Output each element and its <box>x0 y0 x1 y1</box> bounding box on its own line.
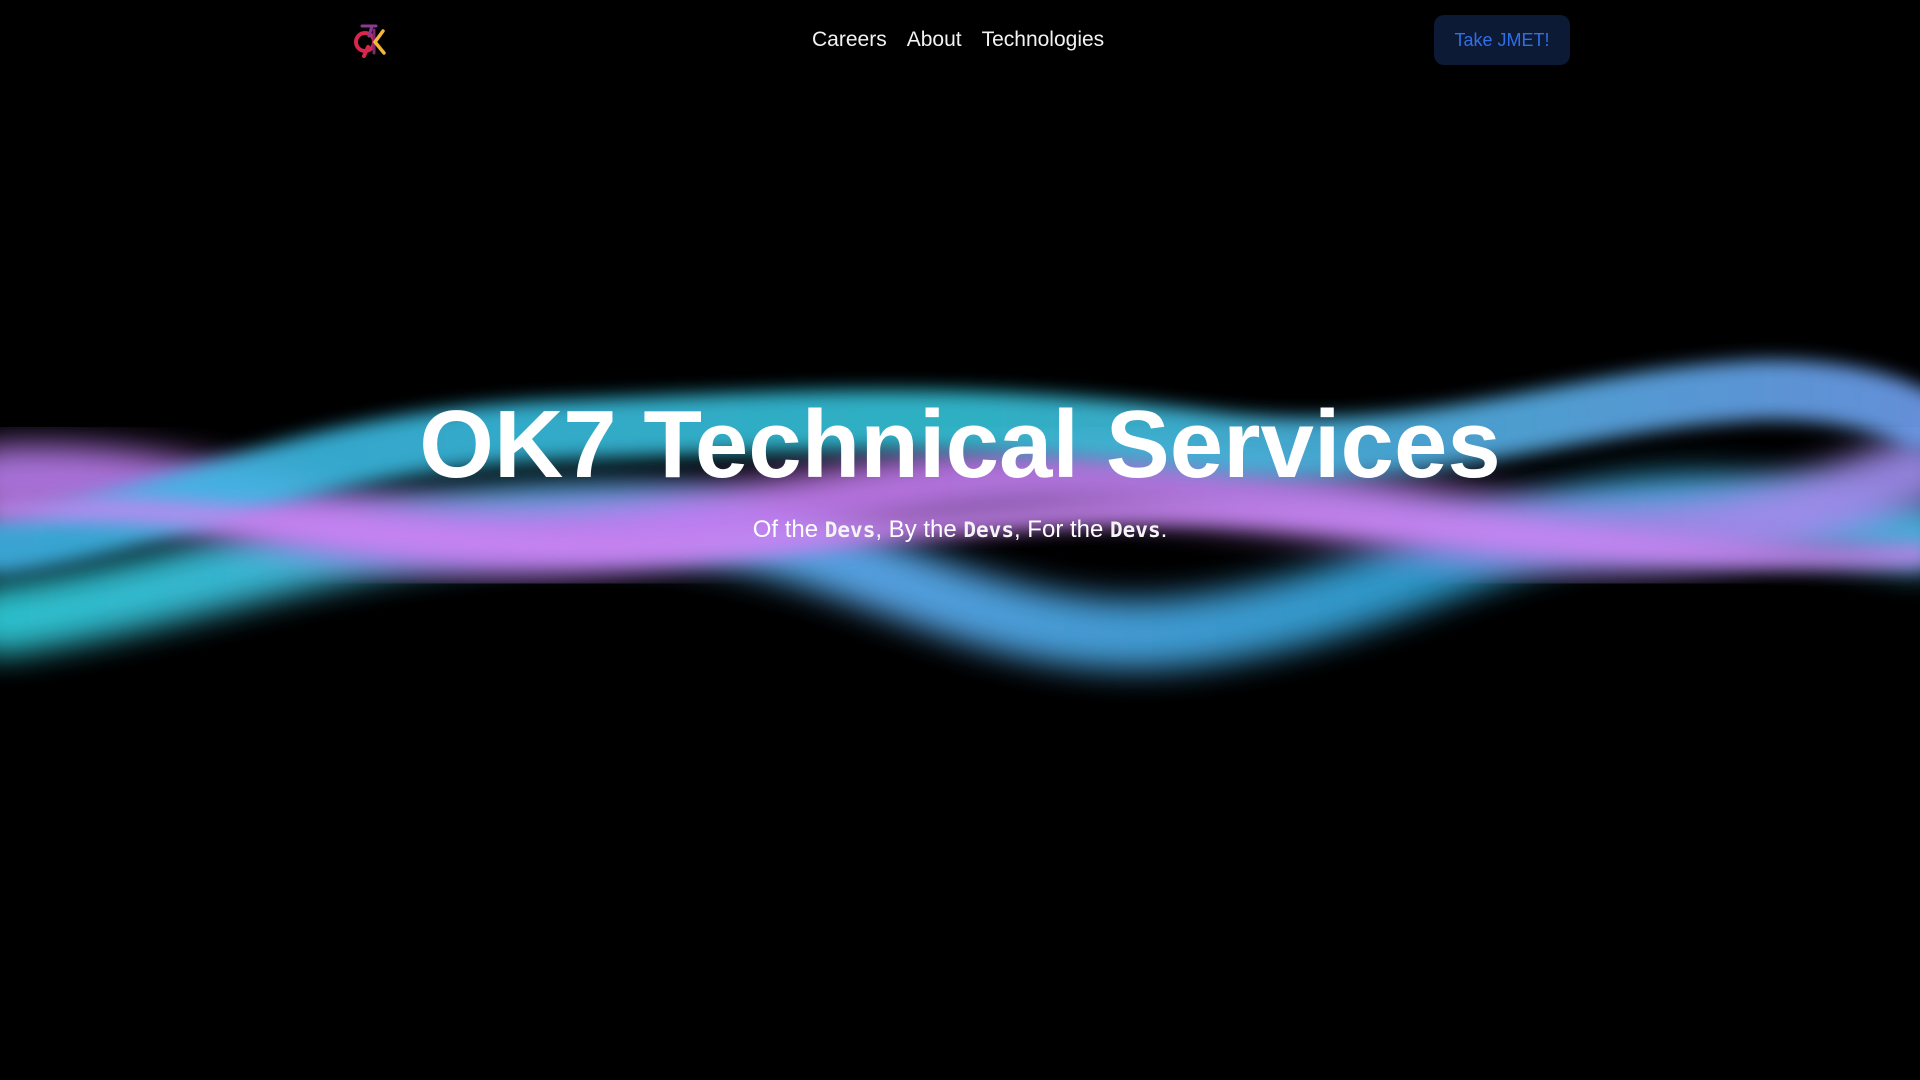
subtitle-code-devs-2: Devs <box>963 518 1014 542</box>
subtitle-code-devs-3: Devs <box>1110 518 1161 542</box>
subtitle-text-4: . <box>1160 516 1168 543</box>
subtitle-code-devs-1: Devs <box>824 518 876 542</box>
nav-links: Careers About Technologies <box>812 22 1104 58</box>
take-jmet-button[interactable]: Take JMET! <box>1434 15 1570 65</box>
hero-subtitle: Of the Devs, By the Devs, For the Devs. <box>0 514 1920 546</box>
hero-title: OK7 Technical Services <box>419 391 1501 498</box>
hero-section: OK7 Technical Services Of the Devs, By t… <box>0 390 1920 546</box>
page: Careers About Technologies Take JMET! OK… <box>0 0 1920 1080</box>
nav-link-about[interactable]: About <box>907 22 962 58</box>
nav-link-technologies[interactable]: Technologies <box>982 22 1105 58</box>
subtitle-text-2: , By the <box>875 516 964 543</box>
ok7-logo-icon[interactable] <box>350 20 390 60</box>
nav-link-careers[interactable]: Careers <box>812 22 887 58</box>
subtitle-text-1: Of the <box>752 516 825 543</box>
subtitle-text-3: , For the <box>1013 516 1111 543</box>
top-navbar: Careers About Technologies Take JMET! <box>0 0 1920 80</box>
